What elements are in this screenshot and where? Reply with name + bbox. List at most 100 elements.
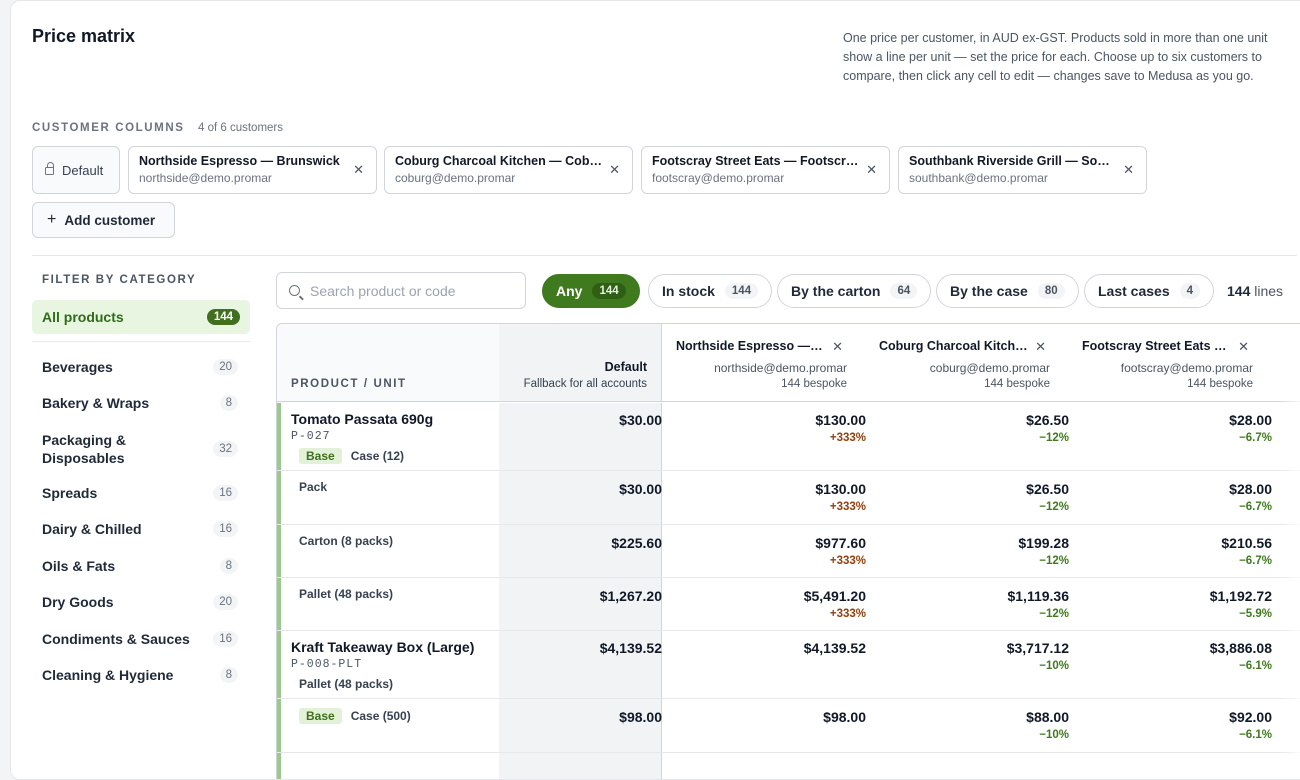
default-price-cell[interactable]: [499, 699, 662, 752]
category-count: 16: [213, 485, 238, 501]
price-delta: +333%: [829, 608, 866, 620]
default-price-cell[interactable]: [499, 471, 662, 524]
category-item[interactable]: Dry Goods 20: [42, 593, 238, 611]
customer-price[interactable]: $98.00: [823, 709, 866, 725]
default-price: $4,139.52: [599, 640, 662, 656]
customer-chip[interactable]: Northside Espresso — Brunswick northside…: [128, 146, 377, 194]
category-divider: [32, 341, 250, 342]
customer-price[interactable]: $4,139.52: [804, 640, 866, 656]
default-chip-label: Default: [62, 162, 104, 178]
customer-price[interactable]: $92.00: [1229, 709, 1272, 725]
product-name: Tomato Passata 690g: [291, 411, 434, 427]
customer-chip-email: coburg@demo.promar: [395, 171, 516, 185]
base-tag: Base: [299, 708, 342, 724]
customer-column-header: Northside Espresso — Brunswick ✕ northsi…: [662, 324, 865, 402]
pill-label: Any: [556, 283, 583, 299]
row-accent-bar: [277, 403, 281, 470]
customer-price[interactable]: $26.50: [1026, 412, 1069, 428]
search-input[interactable]: [310, 282, 510, 299]
customer-chip[interactable]: Southbank Riverside Grill — Southbank so…: [898, 146, 1147, 194]
filter-pill-by-the-carton[interactable]: By the carton 64: [777, 274, 932, 308]
category-item[interactable]: Bakery & Wraps 8: [42, 394, 238, 412]
customer-chip[interactable]: Coburg Charcoal Kitchen — Coburg coburg@…: [384, 146, 633, 194]
unit-label: Pack: [299, 480, 328, 494]
unit-label: Carton (8 packs): [299, 534, 394, 548]
customer-chip-email: southbank@demo.promar: [909, 171, 1048, 185]
customer-price[interactable]: $5,491.20: [804, 588, 866, 604]
customer-price[interactable]: $130.00: [815, 481, 866, 497]
row-accent-bar: [277, 699, 281, 752]
customer-price[interactable]: $3,886.08: [1210, 640, 1272, 656]
remove-column-icon[interactable]: ✕: [1238, 339, 1249, 355]
price-delta: −6.7%: [1239, 555, 1272, 567]
customer-price[interactable]: $130.00: [815, 412, 866, 428]
remove-column-icon[interactable]: ✕: [1035, 339, 1046, 355]
customer-price[interactable]: $1,119.36: [1007, 588, 1069, 604]
customer-price[interactable]: $199.28: [1018, 535, 1069, 551]
category-item[interactable]: Beverages 20: [42, 358, 238, 376]
category-item[interactable]: Dairy & Chilled 16: [42, 520, 238, 538]
category-item[interactable]: Condiments & Sauces 16: [42, 630, 238, 648]
category-label: Condiments & Sauces: [42, 631, 190, 647]
customer-price[interactable]: $3,717.12: [1007, 640, 1069, 656]
default-price: $1,267.20: [599, 588, 662, 604]
default-price-cell[interactable]: [499, 753, 662, 779]
pill-count: 64: [890, 283, 918, 299]
lock-icon: [45, 162, 54, 175]
customer-header-bespoke: 144 bespoke: [1187, 378, 1253, 390]
filter-pill-any[interactable]: Any 144: [542, 274, 640, 308]
category-item[interactable]: Cleaning & Hygiene 8: [42, 666, 238, 684]
product-unit-header: PRODUCT / UNIT: [277, 324, 499, 402]
category-label: Spreads: [42, 485, 98, 501]
category-item[interactable]: Spreads 16: [42, 484, 238, 502]
price-delta: −12%: [1039, 555, 1069, 567]
filter-pill-in-stock[interactable]: In stock 144: [648, 274, 773, 308]
row-accent-bar: [277, 525, 281, 577]
default-header-title: Default: [604, 360, 647, 374]
remove-column-icon[interactable]: ✕: [832, 339, 843, 355]
customer-price[interactable]: $977.60: [815, 535, 866, 551]
customer-header-email: footscray@demo.promar: [1120, 361, 1253, 375]
price-delta: −6.1%: [1239, 660, 1272, 672]
product-code: P-008-PLT: [291, 658, 363, 671]
customer-price[interactable]: $1,192.72: [1210, 588, 1272, 604]
category-count: 8: [219, 667, 238, 683]
customer-price[interactable]: $28.00: [1229, 481, 1272, 497]
customer-columns-count: 4 of 6 customers: [198, 122, 284, 134]
category-label: Bakery & Wraps: [42, 395, 150, 411]
customer-price[interactable]: $28.00: [1229, 412, 1272, 428]
customer-chip-email: footscray@demo.promar: [652, 171, 785, 185]
customer-column-header: Footscray Street Eats — Footscray ✕ foot…: [1068, 324, 1271, 402]
remove-customer-icon[interactable]: ✕: [1123, 162, 1134, 178]
category-item[interactable]: Oils & Fats 8: [42, 557, 238, 575]
row-accent-bar: [277, 471, 281, 524]
remove-customer-icon[interactable]: ✕: [866, 162, 877, 178]
category-label: Packaging & Disposables: [42, 432, 127, 466]
row-accent-bar: [277, 753, 281, 779]
customer-chip[interactable]: Footscray Street Eats — Footscray footsc…: [641, 146, 890, 194]
pill-label: By the carton: [791, 283, 881, 299]
customer-header-name: Northside Espresso — Brunswick: [676, 339, 826, 353]
default-price-cell[interactable]: [499, 525, 662, 577]
customer-price[interactable]: $26.50: [1026, 481, 1069, 497]
search-box[interactable]: [276, 272, 526, 309]
filter-pill-by-the-case[interactable]: By the case 80: [936, 274, 1079, 308]
filter-pill-last-cases[interactable]: Last cases 4: [1084, 274, 1215, 308]
customer-price[interactable]: $210.56: [1221, 535, 1272, 551]
product-code: P-027: [291, 430, 331, 443]
remove-customer-icon[interactable]: ✕: [353, 162, 364, 178]
plus-icon: +: [47, 211, 57, 228]
add-customer-button[interactable]: + Add customer: [32, 202, 175, 238]
category-all-products[interactable]: All products 144: [32, 300, 250, 334]
scroll-fade: [1279, 324, 1300, 779]
customer-chip-name: Footscray Street Eats — Footscray: [652, 154, 859, 168]
default-price-cell[interactable]: [499, 578, 662, 630]
price-delta: −6.7%: [1239, 501, 1272, 513]
price-delta: −12%: [1039, 501, 1069, 513]
category-item[interactable]: Packaging & Disposables 32: [42, 431, 238, 467]
customer-price[interactable]: $88.00: [1026, 709, 1069, 725]
lines-count: 144 lines: [1227, 283, 1283, 299]
remove-customer-icon[interactable]: ✕: [609, 162, 620, 178]
pill-label: By the case: [950, 283, 1028, 299]
default-price: $30.00: [619, 412, 662, 428]
